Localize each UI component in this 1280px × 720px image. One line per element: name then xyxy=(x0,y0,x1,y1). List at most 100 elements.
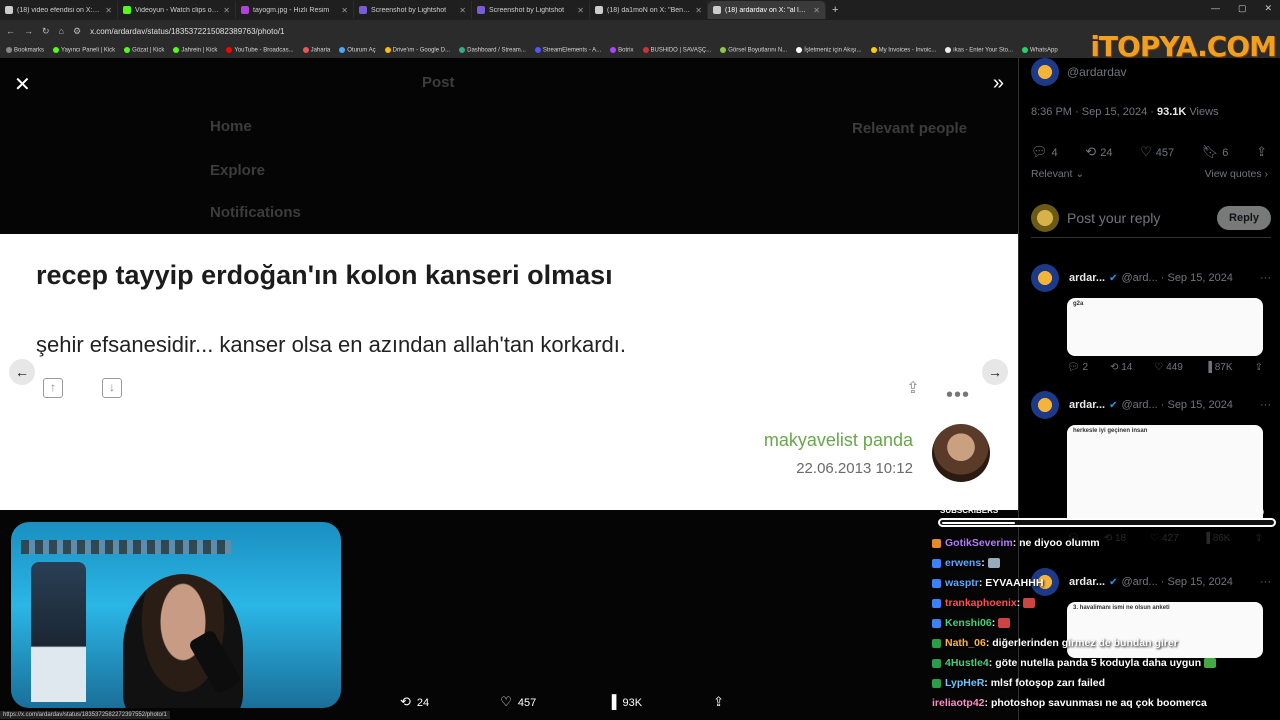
chat-username: Nath_06 xyxy=(945,637,986,649)
reply-header: ardar... ✔ @ard... · Sep 15, 2024 ··· xyxy=(1031,264,1271,292)
bookmark-item[interactable]: Drive'ım - Google D... xyxy=(384,46,450,53)
close-tab-icon[interactable]: ✕ xyxy=(341,6,348,15)
expand-panel-button[interactable]: » xyxy=(993,72,1004,95)
bookmark-item[interactable]: My Invoices - Invoic... xyxy=(870,46,936,53)
chat-text: : xyxy=(981,557,985,569)
bookmark-item[interactable]: İşletmeniz için Akışı... xyxy=(796,46,862,53)
share-icon[interactable]: ⇪ xyxy=(1255,362,1263,373)
browser-tab-active[interactable]: (18) ardardav on X: "al lan pinti✕ xyxy=(708,1,826,19)
bookmark-item[interactable]: WhatsApp xyxy=(1021,46,1058,53)
sort-relevant-dropdown[interactable]: Relevant ⌄ xyxy=(1031,168,1084,180)
heart-icon: ♡ xyxy=(1140,144,1152,159)
browser-tab[interactable]: (18) da1moN on X: "Ben sagmu✕ xyxy=(590,1,708,19)
bookmark-item[interactable]: YouTube - Broadcas... xyxy=(226,46,294,53)
browser-tab[interactable]: Screenshot by Lightshot ✕ xyxy=(472,1,590,19)
sub-badge-icon xyxy=(932,578,941,588)
retweet-button[interactable]: ⟲ 24 xyxy=(400,694,429,710)
browser-tab[interactable]: Videoyun - Watch clips on Kick✕ xyxy=(118,1,236,19)
like-count[interactable]: ♡ 449 xyxy=(1154,362,1182,373)
retweet-button[interactable]: ⟲ 24 xyxy=(1085,144,1112,160)
next-photo-button[interactable]: → xyxy=(982,359,1008,385)
close-tab-icon[interactable]: ✕ xyxy=(459,6,466,15)
url-field[interactable]: x.com/ardardav/status/183537221508238976… xyxy=(90,27,284,36)
close-tab-icon[interactable]: ✕ xyxy=(813,6,820,15)
reply-button[interactable]: 💬︎ 4 xyxy=(1031,144,1058,160)
reply-post[interactable]: ardar... ✔ @ard... · Sep 15, 2024 ··· g2… xyxy=(1031,264,1271,373)
photo-body: şehir efsanesidir... kanser olsa en azın… xyxy=(36,332,626,357)
sub-badge-icon xyxy=(932,598,941,608)
drive-icon xyxy=(384,46,391,53)
view-quotes-link[interactable]: View quotes › xyxy=(1205,168,1268,180)
close-tab-icon[interactable]: ✕ xyxy=(577,6,584,15)
browser-tab[interactable]: tayogm.jpg - Hızlı Resim ✕ xyxy=(236,1,354,19)
ikas-icon xyxy=(945,46,952,53)
chat-message: Nath_06: diğerlerinden girmez de bundan … xyxy=(932,637,1178,649)
site-info-icon[interactable]: ⚙ xyxy=(73,26,81,37)
reload-icon[interactable]: ↻ xyxy=(42,26,50,37)
like-button[interactable]: ♡ 457 xyxy=(500,694,536,710)
forward-icon[interactable]: → xyxy=(24,26,33,36)
photo-title: recep tayyip erdoğan'ın kolon kanseri ol… xyxy=(36,260,613,290)
bookmark-item[interactable]: Jaharia xyxy=(302,46,330,53)
close-viewer-button[interactable]: ✕ xyxy=(14,72,31,97)
more-icon[interactable]: ··· xyxy=(1260,399,1271,411)
bookmark-item[interactable]: Jahrein | Kick xyxy=(173,46,217,53)
bookmark-item[interactable]: Bookmarks xyxy=(6,46,44,53)
reply-submit-button[interactable]: Reply xyxy=(1217,205,1271,230)
minimize-icon[interactable]: — xyxy=(1211,3,1220,14)
browser-tab[interactable]: Screenshot by Lightshot ✕ xyxy=(354,1,472,19)
new-tab-button[interactable]: + xyxy=(832,4,838,16)
author-avatar[interactable] xyxy=(1031,58,1059,86)
reply-count[interactable]: 💬︎ 2 xyxy=(1067,362,1088,373)
bookmark-button[interactable]: 🔖︎ 6 xyxy=(1202,144,1229,160)
close-tab-icon[interactable]: ✕ xyxy=(105,6,112,15)
x-favicon-icon xyxy=(595,6,603,14)
share-button[interactable]: ⇪ xyxy=(713,694,730,710)
view-count[interactable]: ▐ 87K xyxy=(1205,362,1233,373)
close-tab-icon[interactable]: ✕ xyxy=(223,6,230,15)
close-tab-icon[interactable]: ✕ xyxy=(695,6,702,15)
share-button[interactable]: ⇪ xyxy=(1256,144,1271,160)
chat-username: LypHeR xyxy=(945,677,985,689)
dim-nav-home: Home xyxy=(210,118,252,135)
post-timestamp: 8:36 PM · Sep 15, 2024 · 93.1K Views xyxy=(1031,106,1219,118)
bushido-icon xyxy=(642,46,649,53)
previous-photo-button[interactable]: ← xyxy=(9,359,35,385)
retweet-count[interactable]: ⟲ 14 xyxy=(1110,362,1132,373)
bookmark-item[interactable]: BUSHIDO | SAVAŞÇ... xyxy=(642,46,711,53)
browser-tab[interactable]: (18) video efendisi on X: "Bilal E✕ xyxy=(0,1,118,19)
bookmark-item[interactable]: Görsel Boyutlarını N... xyxy=(720,46,787,53)
dim-post-title: Post xyxy=(422,74,455,91)
bookmark-item[interactable]: Oturum Aç xyxy=(339,46,376,53)
maximize-icon[interactable]: ▢ xyxy=(1238,3,1247,14)
bookmark-item[interactable]: StreamElements - A... xyxy=(534,46,601,53)
chat-text: : photoshop savunması ne aq çok boomerca xyxy=(984,697,1207,709)
reply-image[interactable]: g2a xyxy=(1067,298,1263,356)
reply-avatar[interactable] xyxy=(1031,264,1059,292)
chevron-right-icon: › xyxy=(1264,168,1269,180)
streamer-webcam xyxy=(11,522,341,708)
back-icon[interactable]: ← xyxy=(6,26,15,36)
bookmark-item[interactable]: Gözat | Kick xyxy=(124,46,164,53)
bookmark-item[interactable]: ikas - Enter Your Sto... xyxy=(945,46,1013,53)
bookmark-item[interactable]: Botrix xyxy=(610,46,634,53)
reply-input[interactable]: Post your reply xyxy=(1067,210,1209,226)
dim-nav-notifications: Notifications xyxy=(210,204,301,221)
bookmark-item[interactable]: Dashboard / Stream... xyxy=(459,46,526,53)
post-stats: 💬︎ 4 ⟲ 24 ♡ 457 🔖︎ 6 ⇪ xyxy=(1031,144,1271,160)
like-button[interactable]: ♡ 457 xyxy=(1140,144,1174,160)
more-icon[interactable]: ··· xyxy=(1260,272,1271,284)
bookmarks-icon xyxy=(6,46,12,53)
views-button[interactable]: ▐ 93K xyxy=(607,694,642,710)
bookmark-item[interactable]: Yayıncı Paneli | Kick xyxy=(53,46,115,53)
reply-composer: Post your reply Reply xyxy=(1031,198,1271,238)
reply-author-name[interactable]: ardar... xyxy=(1069,399,1105,411)
author-handle[interactable]: @ardardav xyxy=(1067,65,1127,79)
x-favicon-icon xyxy=(713,6,721,14)
chevron-down-icon: ⌄ xyxy=(1075,168,1085,180)
reply-author-name[interactable]: ardar... xyxy=(1069,272,1105,284)
sub-badge-icon xyxy=(932,558,941,568)
home-icon[interactable]: ⌂ xyxy=(59,26,64,36)
reply-avatar[interactable] xyxy=(1031,391,1059,419)
close-window-icon[interactable]: ✕ xyxy=(1264,3,1272,14)
